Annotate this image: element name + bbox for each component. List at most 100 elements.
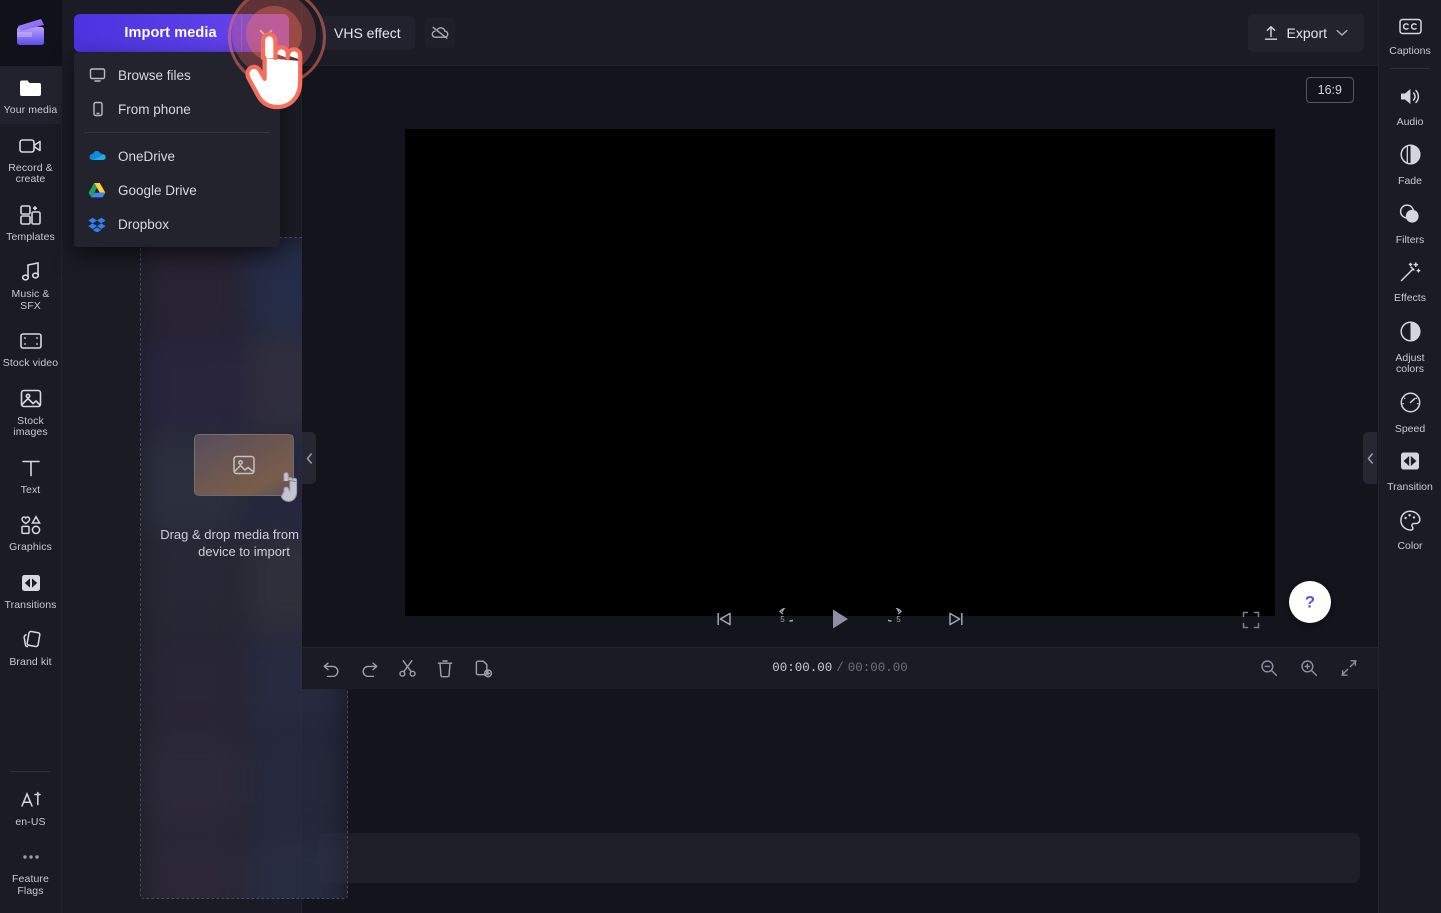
menu-divider (84, 132, 270, 133)
speedometer-icon (1399, 391, 1422, 419)
upload-arrow-icon (1264, 25, 1278, 41)
forward-5-seconds-button[interactable]: 5 (883, 604, 913, 634)
import-media-button[interactable]: Import media (74, 14, 289, 52)
palette-icon (1398, 509, 1422, 536)
svg-text:5: 5 (780, 615, 785, 624)
zoom-in-icon (1300, 659, 1318, 677)
timeline-track-placeholder[interactable] (318, 833, 1360, 883)
language-icon (19, 787, 43, 813)
tool-effects[interactable]: Effects (1379, 252, 1441, 311)
media-tile (141, 337, 243, 433)
skip-to-start-button[interactable] (709, 604, 739, 634)
import-media-label: Import media (74, 25, 241, 41)
menu-item-label: Google Drive (118, 183, 197, 198)
svg-text:?: ? (1305, 592, 1315, 611)
sidebar-item-brand-kit[interactable]: Brand kit (0, 618, 62, 676)
app-logo[interactable] (0, 0, 62, 66)
skip-to-end-button[interactable] (941, 604, 971, 634)
zoom-out-icon (1260, 659, 1278, 677)
sidebar-item-language[interactable]: en-US (0, 778, 62, 836)
menu-item-label: Dropbox (118, 217, 169, 232)
tool-filters[interactable]: Filters (1379, 194, 1441, 253)
sidebar-label: Brand kit (9, 657, 51, 669)
sidebar-label: Stock video (3, 358, 58, 370)
skip-end-icon (946, 610, 966, 628)
tool-label: Audio (1397, 117, 1424, 129)
tool-captions[interactable]: Captions (1379, 8, 1441, 64)
video-preview-canvas[interactable] (405, 129, 1275, 616)
sidebar-item-text[interactable]: Text (0, 446, 62, 504)
menu-item-from-phone[interactable]: From phone (74, 92, 280, 126)
help-button[interactable]: ? (1289, 581, 1331, 623)
sidebar-item-transitions[interactable]: Transitions (0, 561, 62, 619)
media-tile (141, 634, 243, 730)
duplicate-button[interactable] (470, 655, 496, 681)
image-icon (19, 386, 43, 412)
dropbox-icon (88, 216, 106, 232)
contrast-icon (1399, 320, 1422, 348)
rewind-5-icon: 5 (772, 608, 793, 629)
undo-button[interactable] (318, 655, 344, 681)
tool-label: Adjust colors (1381, 353, 1440, 376)
tool-adjust-colors[interactable]: Adjust colors (1379, 311, 1441, 382)
sidebar-item-templates[interactable]: Templates (0, 193, 62, 251)
total-time: 00:00.00 (848, 661, 908, 675)
fullscreen-button[interactable] (1242, 611, 1260, 634)
menu-item-dropbox[interactable]: Dropbox (74, 207, 280, 241)
collapse-right-panel-button[interactable] (1363, 432, 1377, 484)
music-note-icon (20, 259, 42, 285)
collapse-left-panel-button[interactable] (302, 432, 316, 484)
aspect-ratio-button[interactable]: 16:9 (1306, 77, 1354, 103)
media-tile (246, 832, 348, 899)
tool-fade[interactable]: Fade (1379, 134, 1441, 194)
redo-button[interactable] (356, 655, 382, 681)
import-media-caret[interactable] (241, 14, 289, 52)
ellipsis-icon (19, 844, 43, 870)
onedrive-icon (88, 149, 106, 163)
sidebar-label: Text (21, 485, 41, 497)
chevron-down-icon (1336, 29, 1348, 37)
templates-grid-icon (19, 202, 42, 228)
trash-icon (436, 659, 454, 678)
timeline-toolbar: 00:00.00/00:00.00 (302, 647, 1378, 689)
tool-speed[interactable]: Speed (1379, 382, 1441, 442)
menu-item-google-drive[interactable]: Google Drive (74, 173, 280, 207)
properties-rail: Captions Audio Fade (1378, 0, 1441, 913)
clipchamp-editor: Your media Record & create Templates (0, 0, 1441, 913)
tool-color[interactable]: Color (1379, 500, 1441, 559)
menu-item-browse-files[interactable]: Browse files (74, 58, 280, 92)
split-button[interactable] (394, 655, 420, 681)
fade-icon (1399, 143, 1422, 171)
sidebar-item-graphics[interactable]: Graphics (0, 503, 62, 561)
tool-transition[interactable]: Transition (1379, 441, 1441, 500)
sidebar-label: Transitions (4, 600, 56, 612)
sidebar-label: Graphics (9, 542, 52, 554)
tool-audio[interactable]: Audio (1379, 77, 1441, 135)
tool-label: Captions (1389, 46, 1430, 58)
menu-item-onedrive[interactable]: OneDrive (74, 139, 280, 173)
cloud-off-icon (430, 24, 450, 41)
tool-label: Effects (1394, 293, 1426, 305)
sidebar-item-stock-video[interactable]: Stock video (0, 319, 62, 377)
rewind-5-seconds-button[interactable]: 5 (767, 604, 797, 634)
export-button[interactable]: Export (1248, 14, 1364, 52)
play-button[interactable] (825, 604, 855, 634)
sidebar-item-feature-flags[interactable]: Feature Flags (0, 835, 62, 913)
timeline-body[interactable] (302, 689, 1378, 913)
delete-button[interactable] (432, 655, 458, 681)
image-placeholder-icon (231, 453, 257, 477)
sidebar-item-record-create[interactable]: Record & create (0, 124, 62, 193)
fit-to-screen-button[interactable] (1336, 655, 1362, 681)
project-title-field[interactable]: VHS effect (320, 16, 415, 50)
sidebar-item-your-media[interactable]: Your media (0, 66, 62, 124)
video-camera-icon (18, 133, 43, 159)
folder-icon (18, 75, 43, 101)
playback-controls: 5 5 (302, 597, 1378, 641)
transition-icon (1398, 450, 1422, 477)
timeline-zoom-controls (1256, 655, 1362, 681)
sidebar-item-music-sfx[interactable]: Music & SFX (0, 250, 62, 319)
zoom-out-button[interactable] (1256, 655, 1282, 681)
cloud-sync-status-button[interactable] (425, 18, 455, 48)
sidebar-item-stock-images[interactable]: Stock images (0, 377, 62, 446)
zoom-in-button[interactable] (1296, 655, 1322, 681)
